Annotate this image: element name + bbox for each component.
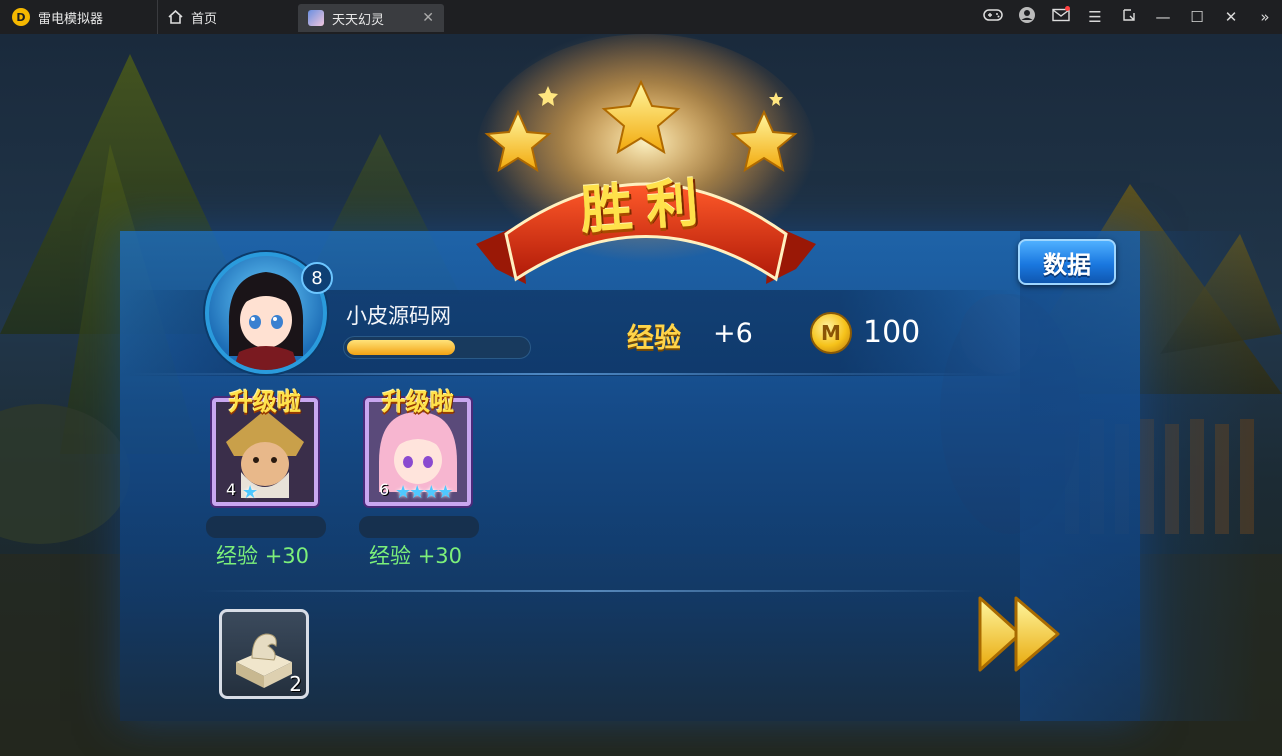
hero-exp-1: 经验 +30 <box>216 540 309 570</box>
player-level-badge: 8 <box>301 262 333 294</box>
exp-gain: +6 <box>713 318 753 349</box>
hero-exp-gain-1: +30 <box>264 544 310 568</box>
minimize-icon[interactable]: — <box>1146 8 1180 26</box>
rewards-divider <box>200 590 980 592</box>
hero-stars-2: ★★★★ <box>395 482 454 503</box>
hero-exp-2: 经验 +30 <box>369 540 462 570</box>
hero-xp-bar-2 <box>359 516 479 538</box>
hero-stars-1: ★ <box>242 482 258 503</box>
expand-icon[interactable] <box>1112 8 1146 26</box>
maximize-icon[interactable]: ☐ <box>1180 8 1214 26</box>
title-bar: D 雷电模拟器 首页 天天幻灵 ✕ ☰ — ☐ ✕ » <box>0 0 1282 34</box>
tab-game[interactable]: 天天幻灵 ✕ <box>298 4 444 32</box>
reward-item[interactable]: 2 <box>219 609 309 699</box>
leidian-logo-icon: D <box>12 8 30 26</box>
close-icon[interactable]: ✕ <box>1214 8 1248 26</box>
user-icon[interactable] <box>1010 6 1044 28</box>
coin-reward: 100 <box>863 315 921 350</box>
player-xp-bar <box>343 336 531 359</box>
hero-level-2: 6 <box>379 480 390 499</box>
player-name: 小皮源码网 <box>346 304 451 328</box>
mail-icon[interactable] <box>1044 6 1078 26</box>
hero-level-1: 4 <box>226 480 237 499</box>
hero-xp-bar-1 <box>206 516 326 538</box>
tab-close-icon[interactable]: ✕ <box>422 10 434 26</box>
hero-exp-gain-2: +30 <box>417 544 463 568</box>
victory-title: 胜利 <box>578 172 715 242</box>
notification-dot <box>1065 6 1070 11</box>
hero-exp-label-2: 经验 <box>369 544 411 568</box>
exp-label: 经验 <box>627 323 681 354</box>
emulator-window: D 雷电模拟器 首页 天天幻灵 ✕ ☰ — ☐ ✕ » 胜利 数据 8 小皮源码… <box>0 0 1282 756</box>
level-up-badge-1: 升级啦 <box>229 388 301 416</box>
gamepad-icon[interactable] <box>976 8 1010 26</box>
continue-button[interactable] <box>976 592 1066 676</box>
tab-home-label: 首页 <box>191 11 218 27</box>
tab-game-label: 天天幻灵 <box>332 12 385 28</box>
menu-icon[interactable]: ☰ <box>1078 8 1112 26</box>
hero-exp-label-1: 经验 <box>216 544 258 568</box>
victory-banner: 胜利 <box>466 34 826 304</box>
collapse-sidebar-icon[interactable]: » <box>1248 8 1282 26</box>
tab-home[interactable]: 首页 <box>158 0 298 34</box>
level-up-badge-2: 升级啦 <box>382 388 454 416</box>
app-name: 雷电模拟器 <box>38 11 104 27</box>
game-app-icon <box>308 10 324 26</box>
app-brand[interactable]: D 雷电模拟器 <box>0 0 158 34</box>
fast-forward-icon <box>978 596 1060 672</box>
reward-item-count: 2 <box>289 672 302 696</box>
data-button[interactable]: 数据 <box>1018 239 1116 285</box>
window-controls: ☰ — ☐ ✕ » <box>976 0 1282 34</box>
home-icon <box>168 10 183 24</box>
gold-coin-icon: M <box>810 312 852 354</box>
player-xp-fill <box>347 340 455 355</box>
